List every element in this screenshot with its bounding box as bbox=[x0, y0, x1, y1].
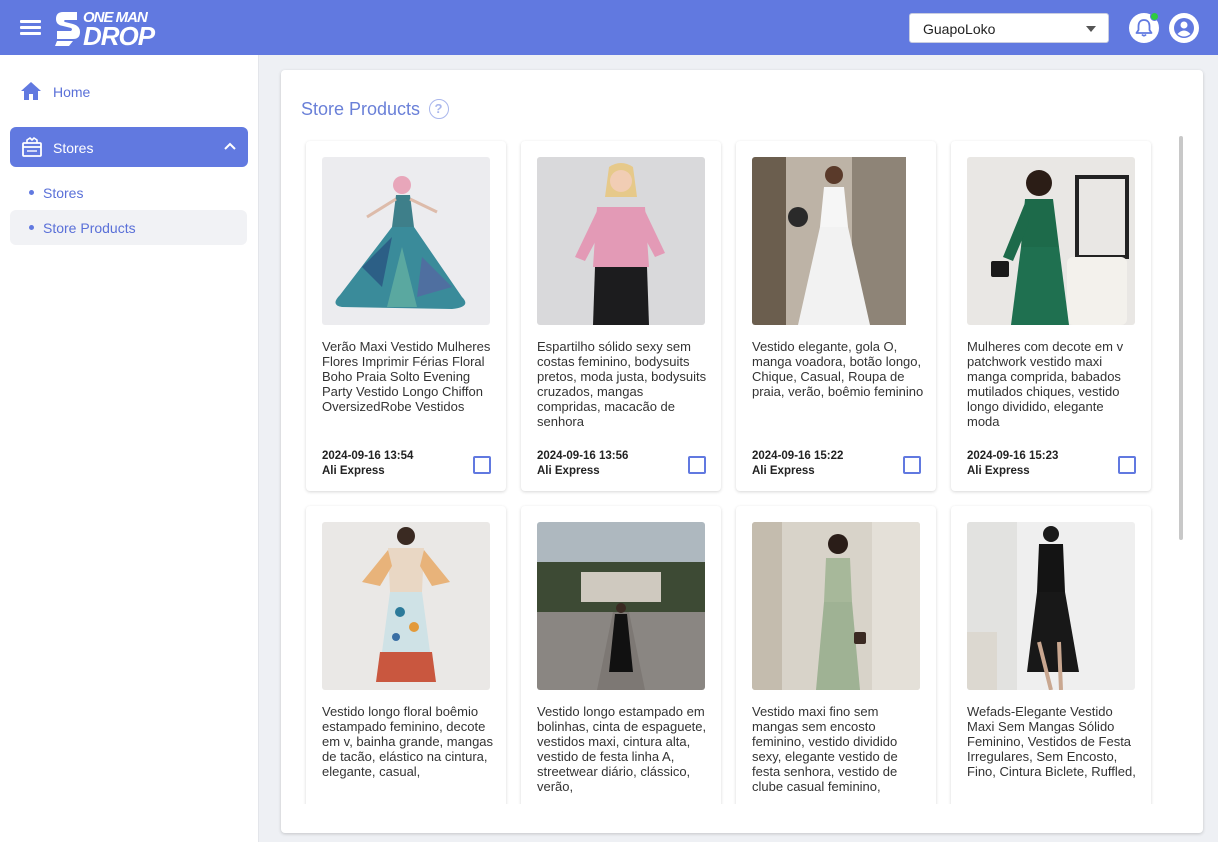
product-card[interactable]: Mulheres com decote em v patchwork vesti… bbox=[951, 141, 1151, 491]
product-source: Ali Express bbox=[537, 465, 600, 477]
product-date: 2024-09-16 13:56 bbox=[537, 450, 629, 462]
product-select-checkbox[interactable] bbox=[473, 456, 491, 474]
store-selector-dropdown[interactable]: GuapoLoko bbox=[909, 13, 1109, 43]
product-image[interactable] bbox=[537, 157, 705, 325]
product-title: Vestido maxi fino sem mangas sem encosto… bbox=[752, 704, 898, 794]
store-icon bbox=[22, 136, 42, 157]
product-date: 2024-09-16 15:23 bbox=[967, 450, 1059, 462]
store-selector-value: GuapoLoko bbox=[923, 21, 996, 37]
product-title: Wefads-Elegante Vestido Maxi Sem Mangas … bbox=[967, 704, 1136, 779]
product-image[interactable] bbox=[967, 157, 1135, 325]
bullet-dot bbox=[29, 190, 34, 195]
product-title: Mulheres com decote em v patchwork vesti… bbox=[967, 339, 1124, 429]
product-source: Ali Express bbox=[967, 465, 1030, 477]
product-source: Ali Express bbox=[322, 465, 385, 477]
sidebar-group-stores[interactable]: Stores bbox=[10, 127, 248, 167]
home-icon bbox=[21, 82, 41, 100]
product-select-checkbox[interactable] bbox=[903, 456, 921, 474]
product-card[interactable]: Espartilho sólido sexy sem costas femini… bbox=[521, 141, 721, 491]
page-title: Store Products bbox=[301, 99, 421, 119]
hamburger-menu-icon[interactable] bbox=[18, 15, 44, 39]
products-grid[interactable]: Verão Maxi Vestido Mulheres Flores Impri… bbox=[301, 136, 1181, 804]
product-card[interactable]: Vestido maxi fino sem mangas sem encosto… bbox=[736, 506, 936, 804]
chevron-down-icon bbox=[1086, 26, 1096, 32]
product-select-checkbox[interactable] bbox=[1118, 456, 1136, 474]
product-date: 2024-09-16 13:54 bbox=[322, 450, 414, 462]
product-image[interactable] bbox=[537, 522, 705, 690]
one-man-drop-logo[interactable]: ONE MAN DROP bbox=[53, 9, 163, 51]
product-source: Ali Express bbox=[752, 465, 815, 477]
sidebar-item-label: Stores bbox=[53, 140, 94, 156]
product-select-checkbox[interactable] bbox=[688, 456, 706, 474]
notifications-button[interactable] bbox=[1129, 12, 1159, 43]
account-circle-icon bbox=[1174, 18, 1194, 38]
sidebar-item-stores[interactable]: Stores bbox=[10, 175, 247, 210]
sidebar-item-store-products[interactable]: Store Products bbox=[10, 210, 247, 245]
product-title: Vestido longo estampado em bolinhas, cin… bbox=[537, 704, 707, 794]
sidebar: Home Stores Stores Store Products bbox=[0, 55, 259, 842]
product-title: Vestido elegante, gola O, manga voadora,… bbox=[752, 339, 924, 399]
product-image[interactable] bbox=[752, 522, 920, 690]
product-card[interactable]: Vestido elegante, gola O, manga voadora,… bbox=[736, 141, 936, 491]
help-icon[interactable]: ? bbox=[429, 99, 449, 119]
top-app-bar: ONE MAN DROP GuapoLoko bbox=[0, 0, 1218, 55]
sidebar-item-label: Store Products bbox=[43, 220, 136, 236]
product-image[interactable] bbox=[752, 157, 920, 325]
sidebar-item-home[interactable]: Home bbox=[10, 73, 248, 111]
product-title: Vestido longo floral boêmio estampado fe… bbox=[322, 704, 494, 779]
product-card[interactable]: Vestido longo estampado em bolinhas, cin… bbox=[521, 506, 721, 804]
store-products-panel: Store Products ? Verão Maxi Vestido Mulh… bbox=[281, 70, 1203, 833]
notification-badge bbox=[1150, 12, 1159, 21]
product-image[interactable] bbox=[322, 522, 490, 690]
product-image[interactable] bbox=[967, 522, 1135, 690]
product-date: 2024-09-16 15:22 bbox=[752, 450, 844, 462]
sidebar-item-label: Stores bbox=[43, 185, 84, 201]
product-image[interactable] bbox=[322, 157, 490, 325]
user-account-button[interactable] bbox=[1169, 13, 1199, 43]
product-card[interactable]: Vestido longo floral boêmio estampado fe… bbox=[306, 506, 506, 804]
product-card[interactable]: Wefads-Elegante Vestido Maxi Sem Mangas … bbox=[951, 506, 1151, 804]
logo-s-mark-icon bbox=[55, 12, 80, 46]
logo-line-2: DROP bbox=[83, 21, 155, 51]
chevron-up-icon bbox=[224, 142, 236, 150]
sidebar-item-label: Home bbox=[53, 84, 91, 100]
product-card[interactable]: Verão Maxi Vestido Mulheres Flores Impri… bbox=[306, 141, 506, 491]
product-title: Espartilho sólido sexy sem costas femini… bbox=[537, 339, 707, 429]
bullet-dot bbox=[29, 225, 34, 230]
products-scrollbar[interactable] bbox=[1179, 136, 1183, 540]
product-title: Verão Maxi Vestido Mulheres Flores Impri… bbox=[322, 339, 491, 414]
